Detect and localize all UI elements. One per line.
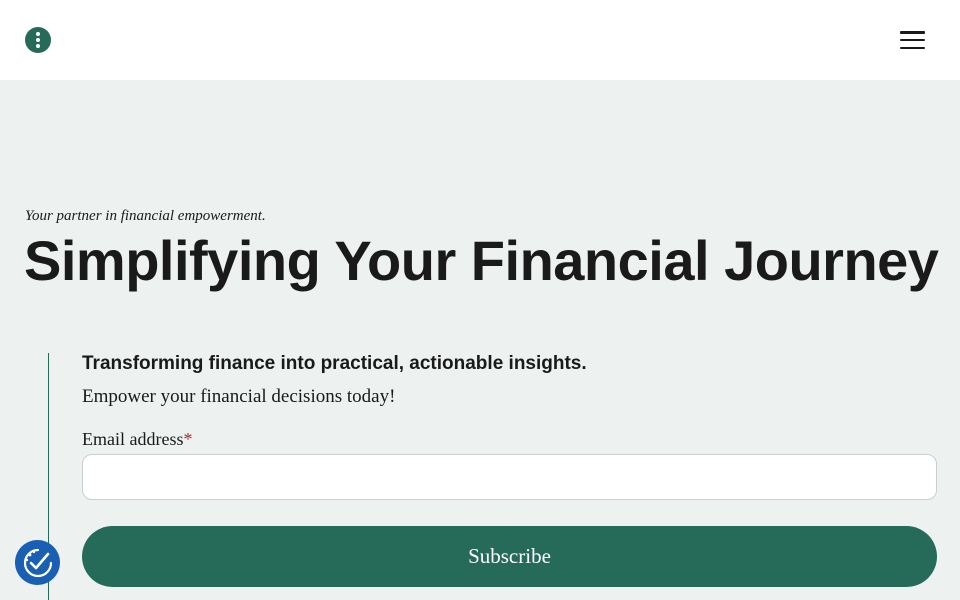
dot [36,44,40,48]
email-label: Email address* [82,429,192,450]
page-title: Simplifying Your Financial Journey [24,229,939,292]
email-label-text: Email address [82,429,184,449]
form-subheading: Empower your financial decisions today! [82,386,396,407]
required-mark: * [183,429,193,449]
subscribe-button[interactable]: Subscribe [82,526,937,587]
accessibility-check-glyph [23,548,52,577]
site-header [0,0,960,80]
subscribe-form: Transforming finance into practical, act… [48,353,948,600]
hero-tagline: Your partner in financial empowerment. [25,208,266,224]
dot [36,32,40,36]
dot [36,38,40,42]
hamburger-line [900,38,925,42]
email-input[interactable] [82,454,937,500]
hamburger-line [900,31,925,34]
hamburger-line [900,46,925,49]
vertical-dots-icon[interactable] [25,27,51,53]
accessibility-check-icon[interactable] [15,540,60,585]
hamburger-icon[interactable] [898,28,928,52]
form-heading: Transforming finance into practical, act… [82,353,587,374]
